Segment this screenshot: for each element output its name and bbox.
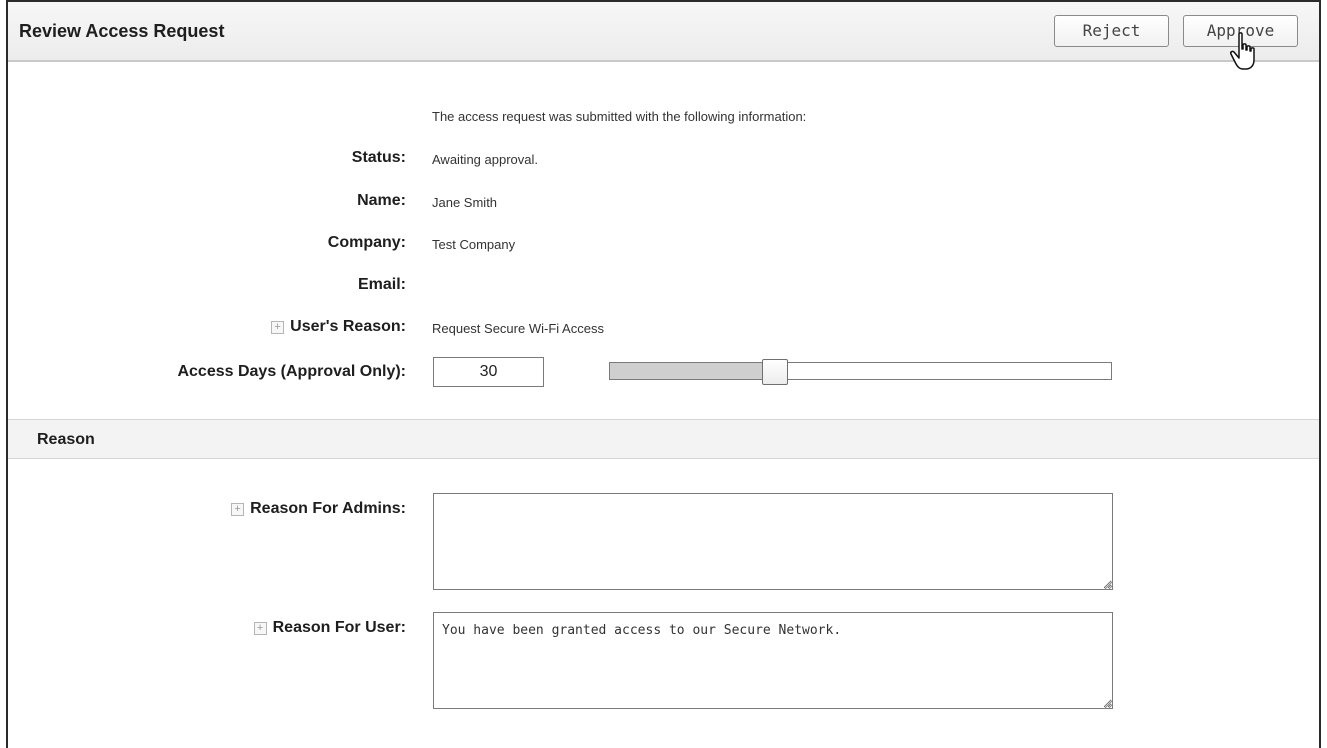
expand-plus-icon[interactable]: + [253,622,267,635]
email-label: Email: [357,276,406,293]
status-value: Awaiting approval. [432,152,538,167]
reason-section-title: Reason [37,431,95,448]
company-label: Company: [327,234,406,251]
review-access-panel: Review Access Request Reject Approve The… [6,0,1321,748]
approve-button[interactable]: Approve [1183,15,1298,47]
status-label: Status: [351,149,406,166]
expand-plus-icon[interactable]: + [231,503,245,516]
access-days-input[interactable] [433,357,544,387]
company-value: Test Company [432,237,516,252]
reason-for-admins-textarea[interactable] [433,493,1113,590]
reason-for-user-textarea[interactable]: You have been granted access to our Secu… [433,612,1113,709]
access-days-label: Access Days (Approval Only): [177,363,406,380]
slider-fill [610,363,776,379]
users-reason-value: Request Secure Wi-Fi Access [432,321,604,336]
users-reason-label-text: User's Reason: [290,318,406,335]
expand-plus-icon[interactable]: + [271,321,285,334]
name-value: Jane Smith [432,195,498,210]
reason-section-header: Reason [8,419,1319,459]
users-reason-label: + User's Reason: [271,318,406,336]
reject-button[interactable]: Reject [1054,15,1169,47]
reason-for-admins-label: + Reason For Admins: [231,500,406,518]
reason-for-user-label-text: Reason For User: [272,619,406,636]
name-label: Name: [357,192,406,209]
access-days-slider[interactable] [609,359,1112,385]
reason-for-admins-label-text: Reason For Admins: [250,500,406,517]
slider-handle[interactable] [762,359,789,385]
intro-text: The access request was submitted with th… [432,109,807,124]
reason-for-user-label: + Reason For User: [253,619,406,637]
page-title: Review Access Request [19,21,225,41]
panel-header: Review Access Request Reject Approve [8,2,1319,62]
